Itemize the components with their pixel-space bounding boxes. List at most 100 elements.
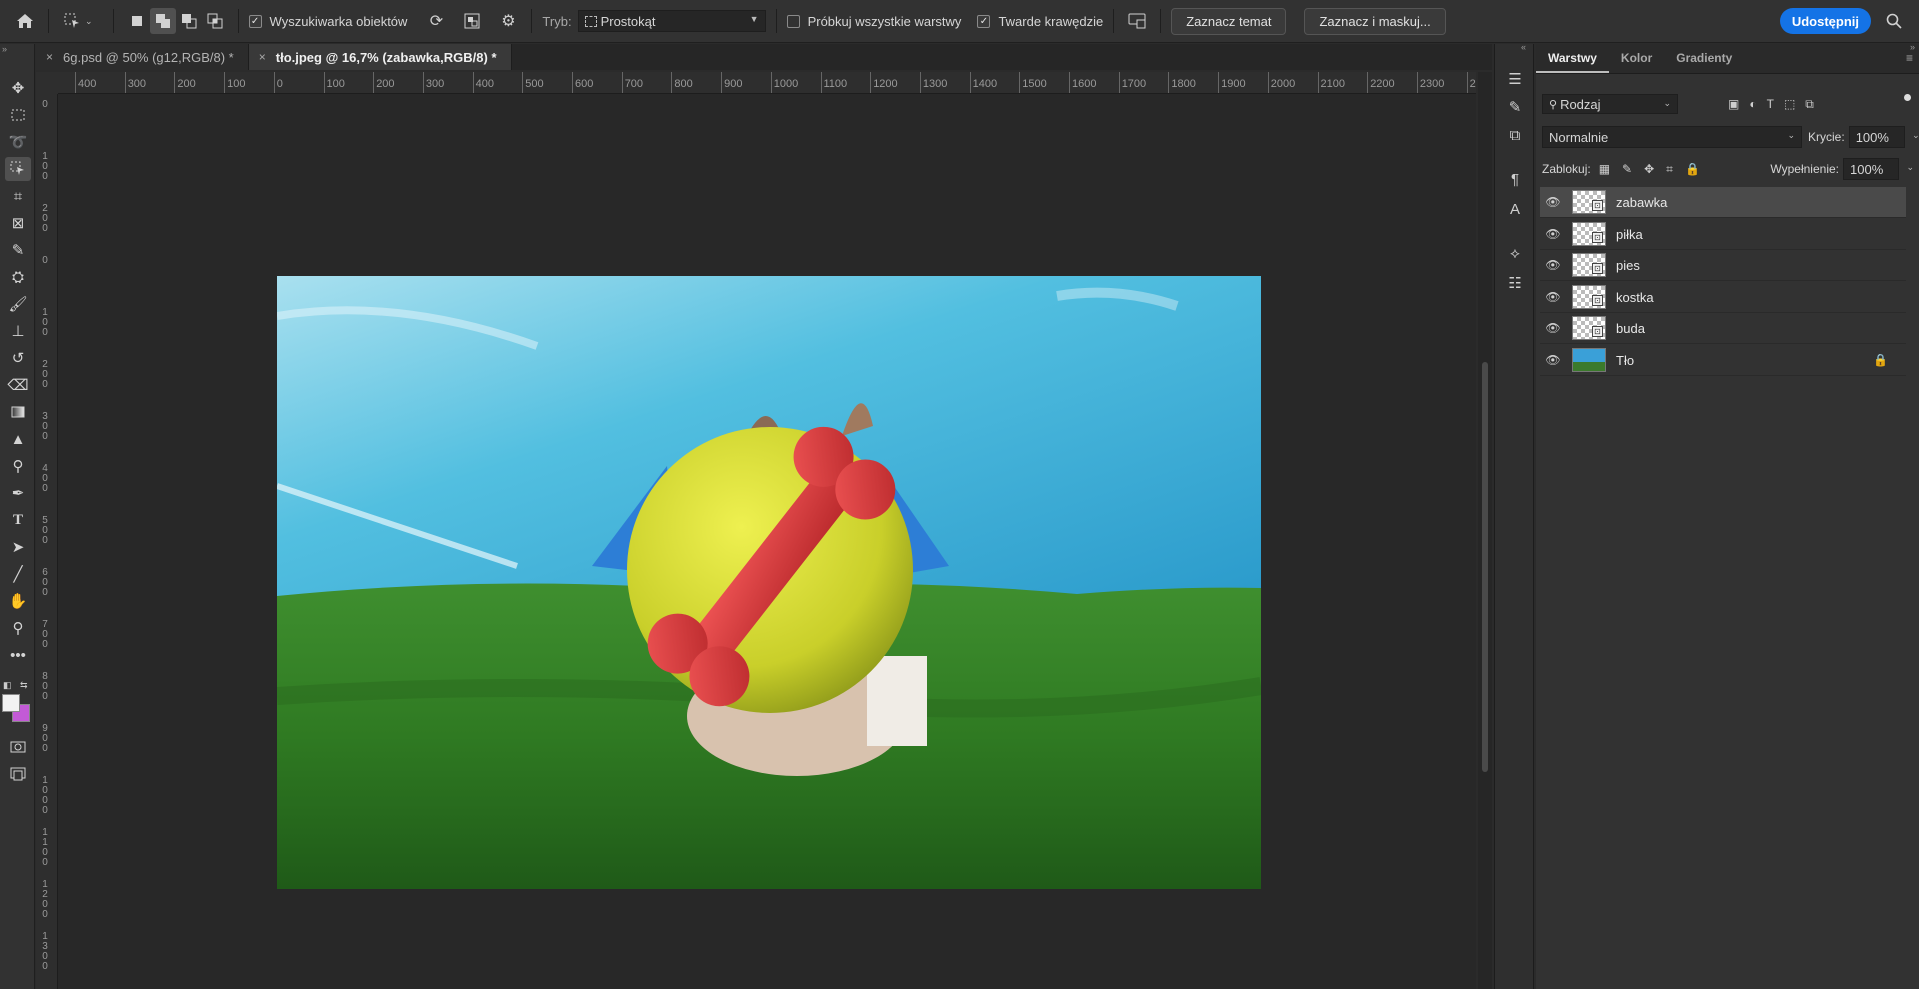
eraser-tool-icon[interactable]: ⌫	[5, 373, 31, 397]
horizontal-ruler[interactable]: 400 300 200 100 0 100 200 300 400 500 600 700 800 900…	[58, 72, 1476, 94]
lock-icon[interactable]: 🔒	[1873, 353, 1888, 367]
close-icon[interactable]: ×	[259, 50, 266, 64]
gear-icon[interactable]: ⚙	[495, 8, 521, 34]
marquee-tool-icon[interactable]	[5, 103, 31, 127]
clone-stamp-tool-icon[interactable]: ⊥	[5, 319, 31, 343]
document-tab-2[interactable]: × tło.jpeg @ 16,7% (zabawka,RGB/8) *	[248, 44, 512, 70]
quick-mask-icon[interactable]	[5, 735, 31, 759]
more-tools-icon[interactable]: •••	[5, 643, 31, 667]
crop-tool-icon[interactable]: ⌗	[5, 184, 31, 208]
object-selection-tool-icon[interactable]	[5, 157, 31, 181]
brush-tool-icon[interactable]: 🖌	[5, 292, 31, 316]
document-canvas-image[interactable]	[277, 276, 1261, 889]
chevron-down-icon[interactable]: ⌄	[1906, 162, 1914, 173]
shape-filter-icon[interactable]: ⬚	[1784, 97, 1795, 112]
eye-icon[interactable]: 👁	[1540, 258, 1566, 272]
layer-row[interactable]: 👁 ⊡ piłka	[1540, 219, 1906, 250]
select-subject-options-icon[interactable]	[1124, 8, 1150, 34]
lock-all-icon[interactable]: 🔒	[1685, 162, 1700, 177]
chevron-down-icon[interactable]: ⌄	[1912, 130, 1919, 141]
opacity-field[interactable]: 100% ⌄	[1848, 126, 1919, 148]
zoom-tool-icon[interactable]: ⚲	[5, 616, 31, 640]
show-all-objects-icon[interactable]	[459, 8, 485, 34]
eye-icon[interactable]: 👁	[1540, 353, 1566, 367]
healing-brush-tool-icon[interactable]: ⛭	[5, 265, 31, 289]
lock-artboard-icon[interactable]: ⌗	[1666, 162, 1673, 177]
lock-position-icon[interactable]: ✥	[1644, 162, 1654, 177]
eye-icon[interactable]: 👁	[1540, 195, 1566, 209]
object-finder-toggle[interactable]: ✓ Wyszukiwarka obiektów	[248, 0, 407, 43]
select-and-mask-button[interactable]: Zaznacz i maskuj...	[1304, 7, 1446, 35]
type-tool-icon[interactable]: T	[5, 508, 31, 532]
screen-mode-icon[interactable]	[5, 762, 31, 786]
brush-settings-icon[interactable]: ✎	[1503, 96, 1527, 118]
subtract-from-selection-icon[interactable]	[176, 8, 202, 34]
layer-row[interactable]: 👁 ⊡ zabawka	[1540, 187, 1906, 218]
eye-icon[interactable]: 👁	[1540, 321, 1566, 335]
properties-icon[interactable]: ☰	[1503, 68, 1527, 90]
tab-layers[interactable]: Warstwy	[1536, 51, 1609, 73]
collapse-icon[interactable]: »	[1910, 42, 1915, 52]
eye-icon[interactable]: 👁	[1540, 290, 1566, 304]
search-icon[interactable]	[1881, 8, 1907, 34]
close-icon[interactable]: ×	[46, 50, 53, 64]
adjustments-icon[interactable]: ☷	[1503, 272, 1527, 294]
dodge-tool-icon[interactable]: ⚲	[5, 454, 31, 478]
path-selection-tool-icon[interactable]: ➤	[5, 535, 31, 559]
layer-row[interactable]: 👁 ⊡ buda	[1540, 313, 1906, 344]
layer-row[interactable]: 👁 ⊡ kostka	[1540, 282, 1906, 313]
object-selection-tool-icon[interactable]	[59, 8, 85, 34]
tab-color[interactable]: Kolor	[1609, 51, 1664, 73]
frame-tool-icon[interactable]: ⊠	[5, 211, 31, 235]
clone-source-icon[interactable]: ⧉	[1503, 124, 1527, 146]
blur-tool-icon[interactable]: ▲	[5, 427, 31, 451]
chevron-down-icon[interactable]: ⌄	[85, 16, 93, 27]
vertical-scrollbar[interactable]	[1478, 72, 1492, 989]
default-colors-icon[interactable]: ◧	[3, 680, 12, 691]
lock-transparent-icon[interactable]: ▦	[1599, 162, 1610, 177]
hard-edges-toggle[interactable]: ✓ Twarde krawędzie	[977, 0, 1103, 43]
blend-mode-select[interactable]: Normalnie ⌄	[1542, 126, 1802, 148]
collapse-icon[interactable]: »	[2, 44, 7, 54]
tab-gradients[interactable]: Gradienty	[1664, 51, 1744, 73]
smart-object-filter-icon[interactable]: ⧉	[1805, 97, 1814, 112]
document-tab-1[interactable]: × 6g.psd @ 50% (g12,RGB/8) *	[36, 44, 249, 70]
layer-filter-select[interactable]: ⚲ Rodzaj ⌄	[1542, 94, 1678, 114]
intersect-selection-icon[interactable]	[202, 8, 228, 34]
vertical-ruler[interactable]: 0 100 200 0 100 200 300 400 500 600 700 800 900 1000 1…	[36, 94, 58, 989]
move-tool-icon[interactable]: ✥	[5, 76, 31, 100]
layer-row[interactable]: 👁 Tło 🔒	[1540, 345, 1906, 376]
lasso-tool-icon[interactable]: ➰	[5, 130, 31, 154]
new-selection-icon[interactable]	[124, 8, 150, 34]
pen-tool-icon[interactable]: ✒	[5, 481, 31, 505]
add-to-selection-icon[interactable]	[149, 8, 176, 34]
gradient-tool-icon[interactable]	[5, 400, 31, 424]
filter-toggle-icon[interactable]	[1904, 94, 1911, 101]
eye-icon[interactable]: 👁	[1540, 227, 1566, 241]
pixel-filter-icon[interactable]: ▣	[1728, 97, 1739, 112]
scrollbar-thumb[interactable]	[1482, 362, 1488, 772]
foreground-color-swatch[interactable]	[2, 694, 20, 712]
hand-tool-icon[interactable]: ✋	[5, 589, 31, 613]
fill-field[interactable]: 100% ⌄	[1843, 158, 1914, 180]
eyedropper-tool-icon[interactable]: ✎	[5, 238, 31, 262]
adjustment-filter-icon[interactable]: ◐	[1749, 97, 1756, 112]
swap-colors-icon[interactable]: ⇆	[20, 680, 28, 691]
character-icon[interactable]: A	[1503, 198, 1527, 220]
paths-icon[interactable]: ⟡	[1503, 242, 1527, 264]
paragraph-icon[interactable]: ¶	[1503, 168, 1527, 190]
checkbox-icon[interactable]: ✓	[248, 14, 262, 28]
sample-all-layers-toggle[interactable]: Próbkuj wszystkie warstwy	[786, 0, 961, 43]
share-button[interactable]: Udostępnij	[1779, 8, 1871, 34]
collapse-icon[interactable]: «	[1521, 42, 1526, 52]
line-tool-icon[interactable]: ╱	[5, 562, 31, 586]
checkbox-icon[interactable]	[786, 14, 800, 28]
checkbox-icon[interactable]: ✓	[977, 14, 991, 28]
type-filter-icon[interactable]: T	[1767, 97, 1774, 112]
lock-image-icon[interactable]: ✎	[1622, 162, 1632, 177]
mode-select[interactable]: Prostokąt ▼	[577, 10, 766, 32]
refresh-icon[interactable]: ⟳	[423, 8, 449, 34]
home-icon[interactable]	[12, 8, 38, 34]
history-brush-tool-icon[interactable]: ↺	[5, 346, 31, 370]
panel-menu-icon[interactable]: ≡	[1894, 51, 1919, 73]
